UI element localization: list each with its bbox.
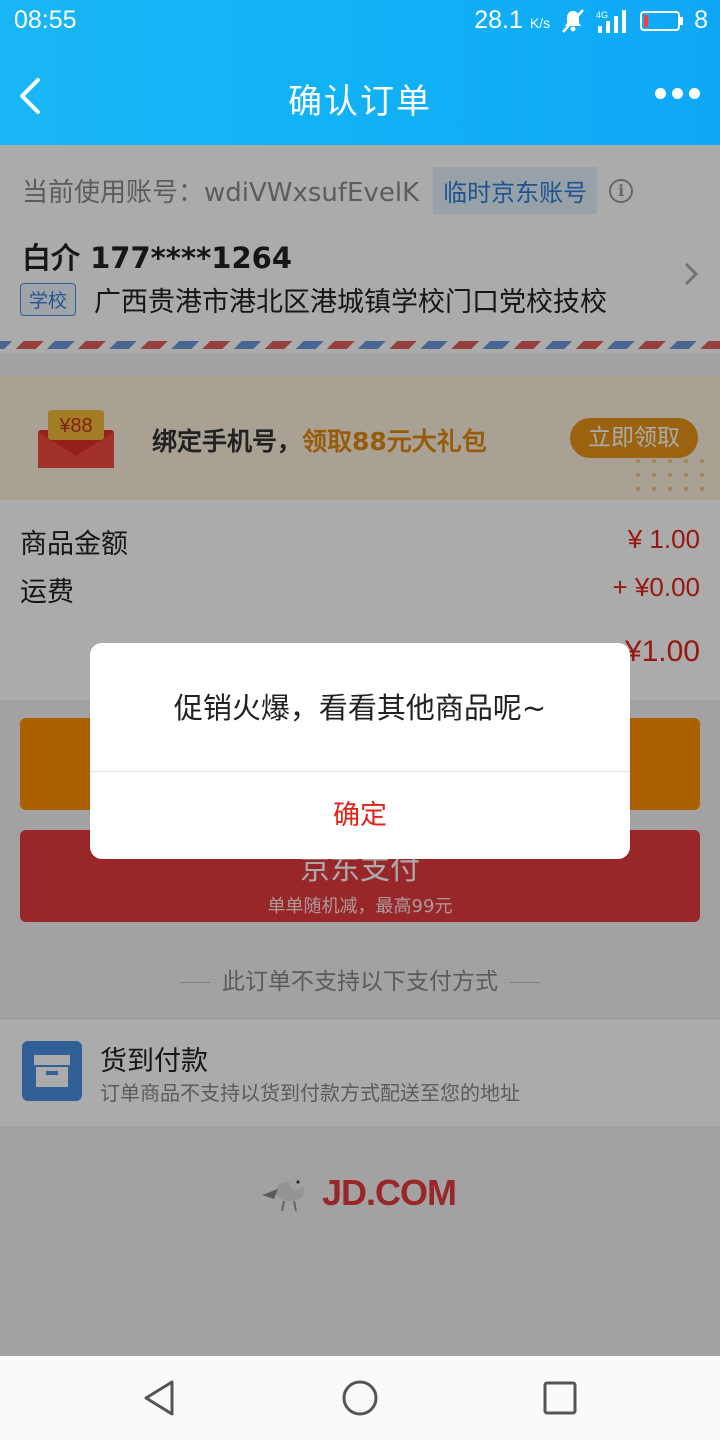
more-icon[interactable] [655,88,700,99]
status-bar: 08:55 28.1 K/s 4G 8 [0,0,720,48]
system-nav-bar [0,1356,720,1440]
battery-level: 8 [694,6,708,34]
status-indicators: 28.1 K/s 4G 8 [474,6,708,35]
more-dot [655,88,666,99]
signal-icon: 4G [596,9,627,33]
network-speed: 28.1 K/s [474,6,550,35]
app-header: 08:55 28.1 K/s 4G 8 确认订单 [0,0,720,145]
page-title: 确认订单 [288,82,432,122]
network-speed-value: 28.1 [474,6,523,34]
more-dot [672,88,683,99]
battery-icon [640,10,684,31]
nav-home-icon[interactable] [340,1378,380,1418]
network-speed-unit: K/s [529,15,551,31]
nav-back-icon[interactable] [140,1378,180,1418]
dialog-message: 促销火爆，看看其他商品呢~ [173,691,547,725]
network-type: 4G [596,10,608,20]
more-dot [689,88,700,99]
mute-icon [562,8,585,33]
status-time: 08:55 [14,6,77,34]
nav-recents-icon[interactable] [540,1378,580,1418]
alert-dialog: 促销火爆，看看其他商品呢~ 确定 [90,643,630,859]
confirm-button[interactable]: 确定 [90,772,630,859]
